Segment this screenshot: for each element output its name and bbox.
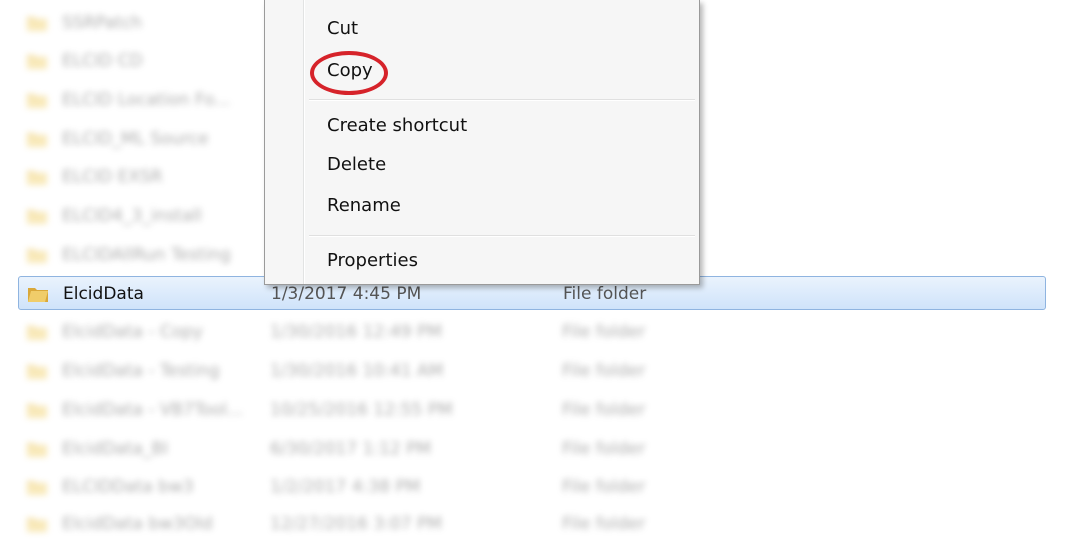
file-date-modified: 6/30/2017 1:12 PM (270, 439, 432, 459)
context-menu: Cut Copy Create shortcut Delete Rename P… (264, 0, 700, 285)
file-type: File folder (562, 439, 646, 459)
file-type: File folder (563, 284, 647, 304)
file-name: SSRPatch (62, 13, 143, 33)
menu-item-properties[interactable]: Properties (327, 250, 418, 271)
folder-icon (28, 288, 48, 302)
folder-icon (27, 365, 47, 379)
file-type: File folder (562, 514, 646, 534)
file-name: ElcidData - Testing (62, 361, 220, 381)
folder-icon (27, 133, 47, 147)
file-name: ElcidData_BI (62, 439, 169, 459)
file-type: File folder (562, 322, 646, 342)
list-item[interactable]: ElcidData - Testing 1/30/2016 10:41 AM F… (18, 354, 1046, 388)
list-item[interactable]: ELCIDData bw3 1/2/2017 4:38 PM File fold… (18, 470, 1046, 504)
folder-icon (27, 326, 47, 340)
file-type: File folder (562, 400, 646, 420)
list-item[interactable]: ElcidData bw3Old 12/27/2016 3:07 PM File… (18, 507, 1046, 541)
folder-icon (27, 210, 47, 224)
file-name: ELCIDData bw3 (62, 477, 194, 497)
file-name: ELCID Location Fo... (62, 90, 231, 110)
file-date-modified: 12/27/2016 3:07 PM (270, 514, 442, 534)
list-item[interactable]: ElcidData_BI 6/30/2017 1:12 PM File fold… (18, 432, 1046, 466)
menu-item-cut[interactable]: Cut (327, 18, 358, 39)
menu-separator (309, 235, 695, 237)
list-item[interactable]: ElcidData - Copy 1/30/2016 12:49 PM File… (18, 315, 1046, 349)
file-name: ElcidData bw3Old (62, 514, 213, 534)
file-name: ElcidData - VB7Tool... (62, 400, 244, 420)
file-name: ElcidData (63, 284, 144, 304)
folder-icon (27, 171, 47, 185)
folder-icon (27, 443, 47, 457)
folder-icon (27, 17, 47, 31)
menu-separator (309, 99, 695, 101)
menu-item-create-shortcut[interactable]: Create shortcut (327, 115, 467, 136)
file-date-modified: 1/30/2016 10:41 AM (270, 361, 444, 381)
copy-highlight-annotation (310, 51, 388, 95)
file-name: ElcidData - Copy (62, 322, 203, 342)
list-item[interactable]: ElcidData - VB7Tool... 10/25/2016 12:55 … (18, 393, 1046, 427)
file-type: File folder (562, 361, 646, 381)
file-name: ELCID EXSR (62, 167, 163, 187)
menu-icon-gutter (303, 0, 305, 284)
file-name: ELCIDAllRun Testing (62, 245, 231, 265)
folder-icon (27, 518, 47, 532)
file-name: ELCID_ML Source (62, 129, 209, 149)
menu-item-rename[interactable]: Rename (327, 195, 401, 216)
file-date-modified: 1/2/2017 4:38 PM (270, 477, 421, 497)
folder-icon (27, 404, 47, 418)
folder-icon (27, 249, 47, 263)
file-date-modified: 1/30/2016 12:49 PM (270, 322, 442, 342)
file-date-modified: 10/25/2016 12:55 PM (270, 400, 453, 420)
file-name: ELCID CD (62, 51, 143, 71)
folder-icon (27, 94, 47, 108)
menu-item-delete[interactable]: Delete (327, 154, 386, 175)
file-name: ELCID4_3_install (62, 206, 202, 226)
folder-icon (27, 55, 47, 69)
file-type: File folder (562, 477, 646, 497)
file-date-modified: 1/3/2017 4:45 PM (271, 284, 422, 304)
folder-icon (27, 481, 47, 495)
